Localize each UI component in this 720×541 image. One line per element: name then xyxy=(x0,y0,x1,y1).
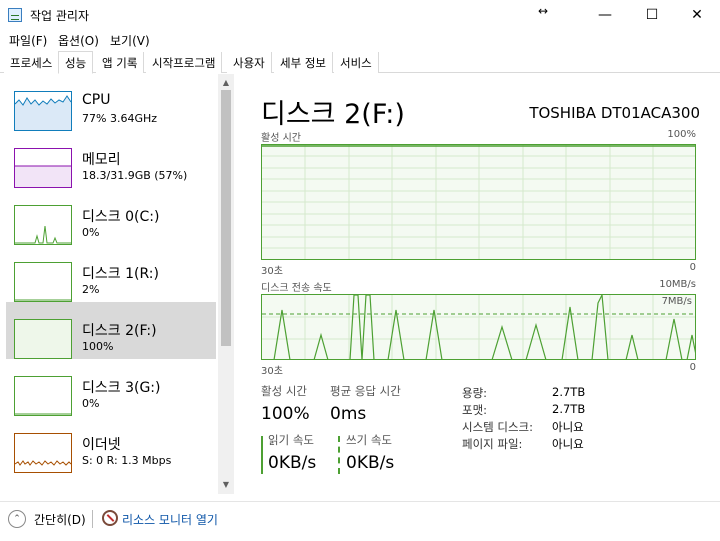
task-manager-icon xyxy=(8,8,22,22)
sidebar-value-disk3: 0% xyxy=(82,397,100,410)
transfer-rate-graph-submax: 7MB/s xyxy=(661,296,692,307)
format-value: 2.7TB xyxy=(552,402,586,416)
open-resource-monitor-link[interactable]: 리소스 모니터 열기 xyxy=(122,511,218,528)
write-speed-marker xyxy=(338,436,340,474)
tab-details[interactable]: 세부 정보 xyxy=(274,52,333,73)
memory-thumbnail xyxy=(14,148,72,188)
sidebar-name-ethernet: 이더넷 xyxy=(82,437,121,453)
active-time-value: 100% xyxy=(261,404,310,424)
tab-users[interactable]: 사용자 xyxy=(227,52,272,73)
transfer-rate-graph-time: 30초 xyxy=(261,366,283,377)
page-file-label: 페이지 파일: xyxy=(462,437,523,451)
footer-bar: ⌃ 간단히(D) 리소스 모니터 열기 xyxy=(0,501,720,541)
disk2-thumbnail xyxy=(14,319,72,359)
tab-processes[interactable]: 프로세스 xyxy=(4,52,60,73)
transfer-rate-graph-label: 디스크 전송 속도 xyxy=(261,283,332,294)
disk0-mini-graph xyxy=(15,225,71,244)
read-speed-marker xyxy=(261,436,263,474)
read-speed-label: 읽기 속도 xyxy=(268,433,314,447)
disk1-thumbnail xyxy=(14,262,72,302)
disk3-mini-graph xyxy=(15,413,71,415)
active-time-graph-time: 30초 xyxy=(261,266,283,277)
disk-title: 디스크 2(F:) xyxy=(261,99,405,130)
minimize-button[interactable]: — xyxy=(582,0,628,30)
title-bar: 작업 관리자 ↔ — ☐ ✕ xyxy=(0,0,720,30)
page-file-value: 아니요 xyxy=(552,437,584,451)
menu-bar: 파일(F) 옵션(O) 보기(V) xyxy=(0,30,720,50)
disk1-mini-graph xyxy=(15,299,71,301)
active-time-graph-max: 100% xyxy=(667,129,696,140)
menu-view[interactable]: 보기(V) xyxy=(110,32,150,49)
resource-sidebar: CPU 77% 3.64GHz 메모리 18.3/31.9GB (57%) 디스… xyxy=(0,74,234,494)
sidebar-value-disk2: 100% xyxy=(82,340,114,353)
resource-monitor-icon[interactable] xyxy=(102,510,118,526)
transfer-rate-graph-max: 10MB/s xyxy=(659,279,696,290)
sidebar-value-ethernet: S: 0 R: 1.3 Mbps xyxy=(82,454,172,467)
collapse-icon[interactable]: ⌃ xyxy=(8,510,26,528)
sidebar-item-disk1[interactable]: 디스크 1(R:) 2% xyxy=(6,245,216,302)
transfer-rate-chart xyxy=(262,295,695,359)
maximize-button[interactable]: ☐ xyxy=(629,0,675,30)
disk-detail-panel: 디스크 2(F:) TOSHIBA DT01ACA300 활성 시간 100% … xyxy=(234,74,720,494)
scroll-thumb[interactable] xyxy=(221,90,231,346)
close-button[interactable]: ✕ xyxy=(674,0,720,30)
sidebar-name-disk2: 디스크 2(F:) xyxy=(82,323,157,339)
system-disk-label: 시스템 디스크: xyxy=(462,420,534,434)
sidebar-item-disk3[interactable]: 디스크 3(G:) 0% xyxy=(6,359,216,416)
disk-model: TOSHIBA DT01ACA300 xyxy=(529,104,700,122)
ethernet-mini-graph xyxy=(15,460,71,466)
window-title: 작업 관리자 xyxy=(30,9,90,23)
tab-app-history[interactable]: 앱 기록 xyxy=(96,52,145,73)
capacity-value: 2.7TB xyxy=(552,385,586,399)
ethernet-thumbnail xyxy=(14,433,72,473)
active-time-graph-label: 활성 시간 xyxy=(261,133,301,144)
sidebar-item-disk2[interactable]: 디스크 2(F:) 100% xyxy=(6,302,216,359)
tab-services[interactable]: 서비스 xyxy=(334,52,379,73)
sidebar-name-disk3: 디스크 3(G:) xyxy=(82,380,161,396)
active-time-graph xyxy=(261,144,696,260)
read-speed-value: 0KB/s xyxy=(268,453,317,473)
response-time-label: 평균 응답 시간 xyxy=(330,384,401,398)
disk2-mini-graph xyxy=(15,320,71,358)
transfer-rate-graph-min: 0 xyxy=(689,362,696,373)
sidebar-value-disk1: 2% xyxy=(82,283,100,296)
sidebar-value-memory: 18.3/31.9GB (57%) xyxy=(82,169,188,182)
sidebar-item-memory[interactable]: 메모리 18.3/31.9GB (57%) xyxy=(6,131,216,188)
sidebar-scrollbar[interactable]: ▲ ▼ xyxy=(218,74,234,494)
sidebar-item-disk0[interactable]: 디스크 0(C:) 0% xyxy=(6,188,216,245)
active-time-label: 활성 시간 xyxy=(261,384,307,398)
menu-file[interactable]: 파일(F) xyxy=(9,32,47,49)
tab-startup[interactable]: 시작프로그램 xyxy=(146,52,223,73)
sidebar-value-cpu: 77% 3.64GHz xyxy=(82,112,158,125)
format-label: 포맷: xyxy=(462,403,488,417)
resize-icon: ↔ xyxy=(538,4,549,18)
sidebar-item-ethernet[interactable]: 이더넷 S: 0 R: 1.3 Mbps xyxy=(6,416,216,473)
cpu-thumbnail xyxy=(14,91,72,131)
capacity-label: 용량: xyxy=(462,386,488,400)
sidebar-item-cpu[interactable]: CPU 77% 3.64GHz xyxy=(6,74,216,131)
transfer-rate-graph xyxy=(261,294,696,360)
response-time-value: 0ms xyxy=(330,404,367,424)
sidebar-name-disk1: 디스크 1(R:) xyxy=(82,266,159,282)
write-speed-label: 쓰기 속도 xyxy=(346,433,392,447)
active-time-chart xyxy=(262,145,695,259)
system-disk-value: 아니요 xyxy=(552,420,584,434)
fewer-details-button[interactable]: 간단히(D) xyxy=(34,511,86,528)
write-speed-value: 0KB/s xyxy=(346,453,395,473)
memory-mini-graph xyxy=(15,165,71,187)
cpu-mini-graph xyxy=(15,95,71,130)
sidebar-name-memory: 메모리 xyxy=(82,152,121,168)
sidebar-name-disk0: 디스크 0(C:) xyxy=(82,209,160,225)
sidebar-value-disk0: 0% xyxy=(82,226,100,239)
menu-options[interactable]: 옵션(O) xyxy=(58,32,99,49)
disk0-thumbnail xyxy=(14,205,72,245)
sidebar-name-cpu: CPU xyxy=(82,92,111,108)
scroll-down-icon[interactable]: ▼ xyxy=(218,480,234,490)
scroll-up-icon[interactable]: ▲ xyxy=(218,78,234,88)
tab-performance[interactable]: 성능 xyxy=(58,51,94,74)
footer-separator xyxy=(92,510,93,528)
disk3-thumbnail xyxy=(14,376,72,416)
active-time-graph-min: 0 xyxy=(689,262,696,273)
tab-bar: 프로세스 성능 앱 기록 시작프로그램 사용자 세부 정보 서비스 xyxy=(0,51,720,74)
